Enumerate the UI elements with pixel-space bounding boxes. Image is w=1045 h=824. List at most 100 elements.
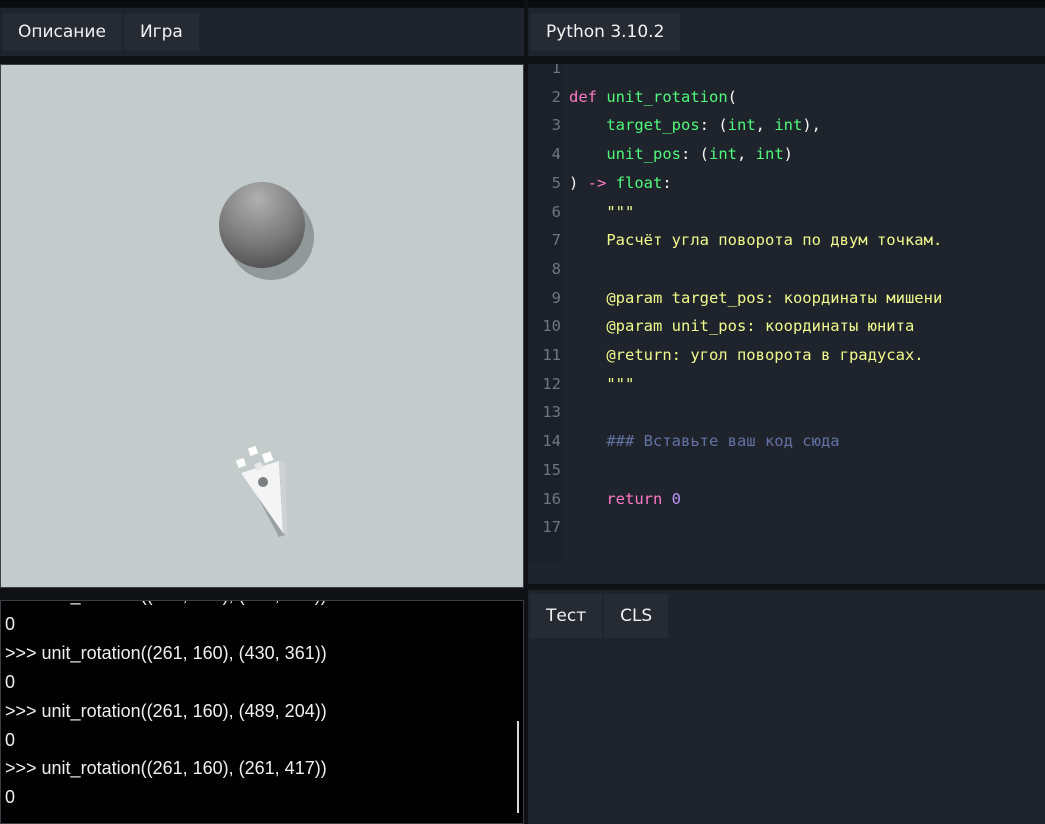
code-token: return: [606, 489, 663, 508]
code-line[interactable]: 8: [528, 255, 1045, 284]
code-line[interactable]: 9 @param target_pos: координаты мишени: [528, 284, 1045, 313]
code-token: unit_rotation: [606, 87, 728, 106]
code-token: ,: [755, 116, 775, 135]
code-token: """: [569, 374, 635, 393]
console-result: 0: [5, 671, 16, 692]
code-line[interactable]: 4 unit_pos: (int, int): [528, 140, 1045, 169]
code-token: ->: [587, 173, 607, 192]
code-token: @param unit_pos: координаты юнита: [569, 317, 915, 336]
line-number: 14: [542, 432, 561, 451]
code-token: @param target_pos: координаты мишени: [569, 288, 943, 307]
code-line[interactable]: 17: [528, 513, 1045, 542]
code-token: 0: [671, 489, 682, 508]
line-number: 9: [551, 288, 561, 307]
code-token: target_pos: [606, 116, 700, 135]
line-number: 1: [551, 64, 561, 77]
code-line[interactable]: 6 """: [528, 198, 1045, 227]
horizontal-divider[interactable]: [528, 584, 1045, 590]
line-number: 15: [542, 460, 561, 479]
console-output[interactable]: >>> unit_rotation((261, 160), (430, 245)…: [0, 600, 524, 824]
code-line[interactable]: 5) -> float:: [528, 169, 1045, 198]
code-text: unit_pos: (int, int): [569, 140, 793, 169]
code-text: def unit_rotation(: [569, 83, 737, 112]
line-number: 6: [551, 202, 561, 221]
code-token: : (: [680, 145, 709, 164]
code-token: ): [569, 173, 588, 192]
code-line[interactable]: 13: [528, 398, 1045, 427]
code-token: ### Вставьте ваш код сюда: [569, 432, 840, 451]
code-text: Расчёт угла поворота по двум точкам.: [569, 226, 942, 255]
language-selector[interactable]: Python 3.10.2: [530, 13, 681, 51]
left-panel-header: Описание Игра: [0, 8, 524, 56]
code-text: target_pos: (int, int),: [569, 111, 821, 140]
code-text: @return: угол поворота в градусах.: [569, 341, 923, 370]
console-result: 0: [5, 613, 16, 634]
code-line[interactable]: 12 """: [528, 370, 1045, 399]
code-token: int: [755, 145, 784, 164]
console-scrollbar[interactable]: [517, 721, 519, 813]
code-token: float: [615, 173, 663, 192]
code-token: int: [708, 145, 737, 164]
console-command: >>> unit_rotation((261, 160), (430, 245)…: [5, 601, 327, 606]
code-token: def: [569, 87, 597, 106]
top-strip: [0, 0, 1045, 7]
code-line[interactable]: 14 ### Вставьте ваш код сюда: [528, 427, 1045, 456]
console-command: >>> unit_rotation((261, 160), (261, 417)…: [5, 758, 327, 779]
test-button[interactable]: Тест: [530, 594, 603, 638]
code-token: ): [783, 145, 793, 164]
line-number: 5: [551, 173, 561, 192]
console-result: 0: [5, 787, 16, 808]
line-number: 7: [551, 231, 561, 250]
code-text: return 0: [569, 485, 681, 514]
code-line[interactable]: 15: [528, 456, 1045, 485]
game-scene: [219, 182, 314, 537]
tab-game[interactable]: Игра: [123, 13, 199, 51]
code-token: Расчёт угла поворота по двум точкам.: [569, 231, 943, 250]
target-ball: [219, 182, 314, 280]
console-command: >>> unit_rotation((261, 160), (489, 204)…: [5, 700, 327, 721]
line-number: 3: [551, 116, 561, 135]
code-token: : (: [699, 116, 728, 135]
test-panel: Тест CLS: [528, 590, 1045, 824]
game-canvas[interactable]: [0, 64, 524, 588]
code-line[interactable]: 11 @return: угол поворота в градусах.: [528, 341, 1045, 370]
line-number: 4: [551, 145, 561, 164]
line-number: 12: [542, 374, 561, 393]
code-token: ),: [802, 116, 821, 135]
console-command: >>> unit_rotation((261, 160), (430, 361)…: [5, 642, 327, 663]
line-number: 13: [542, 403, 561, 422]
code-text: @param target_pos: координаты мишени: [569, 284, 942, 313]
tab-description[interactable]: Описание: [2, 13, 122, 51]
line-number: 16: [542, 489, 561, 508]
code-line[interactable]: 16 return 0: [528, 485, 1045, 514]
code-text: ) -> float:: [569, 169, 672, 198]
code-text: """: [569, 198, 634, 227]
unit-ship: [235, 445, 287, 537]
code-text: @param unit_pos: координаты юнита: [569, 312, 914, 341]
code-token: unit_pos: [606, 145, 681, 164]
code-token: ,: [736, 145, 756, 164]
code-token: int: [774, 116, 803, 135]
console-result: 0: [5, 729, 16, 750]
line-number: 11: [542, 346, 561, 364]
code-text: ### Вставьте ваш код сюда: [569, 427, 840, 456]
line-number: 17: [542, 518, 561, 537]
line-number: 10: [542, 317, 561, 336]
code-editor[interactable]: 1 2 def unit_rotation(3 target_pos: (int, …: [528, 64, 1045, 584]
code-token: :: [662, 173, 672, 192]
editor-header: Python 3.10.2: [528, 8, 1045, 56]
code-token: int: [727, 116, 756, 135]
code-line[interactable]: 10 @param unit_pos: координаты юнита: [528, 312, 1045, 341]
code-token: """: [569, 202, 635, 221]
code-line[interactable]: 1: [528, 64, 1045, 83]
code-line[interactable]: 3 target_pos: (int, int),: [528, 111, 1045, 140]
vertical-divider[interactable]: [524, 0, 528, 824]
cls-button[interactable]: CLS: [604, 594, 669, 638]
code-line[interactable]: 2 def unit_rotation(: [528, 83, 1045, 112]
code-line[interactable]: 7 Расчёт угла поворота по двум точкам.: [528, 226, 1045, 255]
